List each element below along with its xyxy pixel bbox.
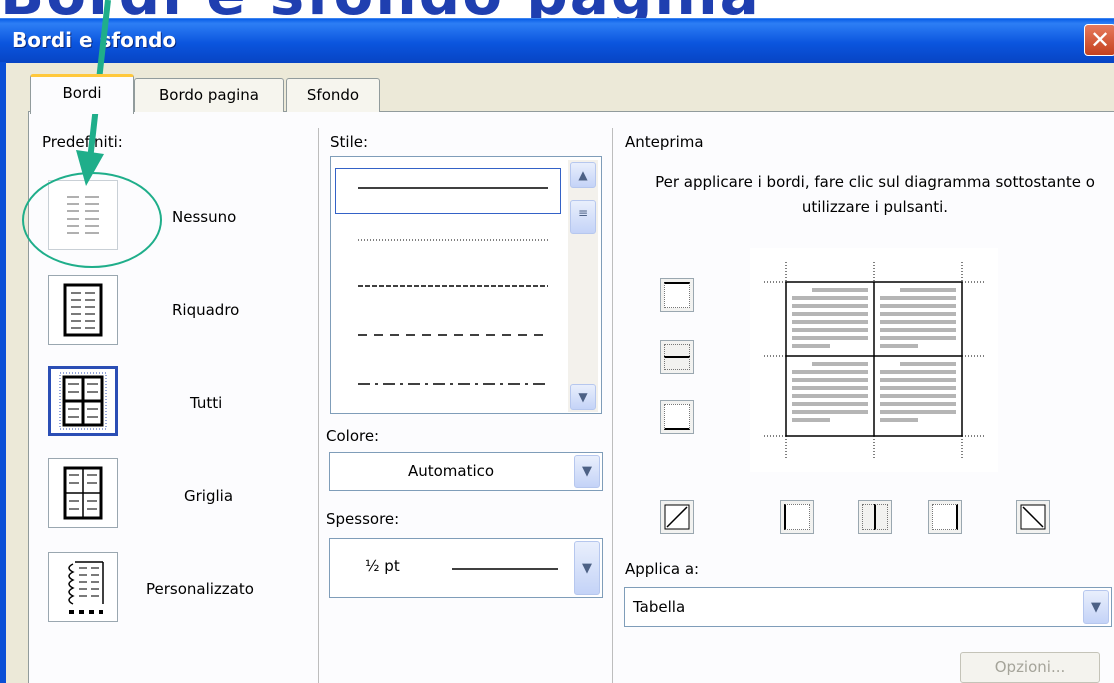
apply-to-heading: Applica a: bbox=[625, 560, 700, 578]
border-bottom-icon bbox=[664, 404, 690, 430]
border-box-icon bbox=[63, 283, 103, 337]
apply-to-value: Tabella bbox=[633, 598, 686, 616]
preview-heading: Anteprima bbox=[625, 133, 704, 151]
border-right-icon bbox=[932, 504, 958, 530]
border-all-icon bbox=[59, 372, 107, 430]
chevron-down-icon[interactable]: ▼ bbox=[1083, 590, 1109, 624]
preset-all-label: Tutti bbox=[190, 394, 223, 412]
preset-box-button[interactable] bbox=[48, 275, 118, 345]
border-inside-vertical-icon bbox=[862, 504, 888, 530]
border-inside-vertical-button[interactable] bbox=[858, 500, 892, 534]
title-bar[interactable]: Bordi e sfondo ✕ bbox=[0, 18, 1114, 63]
close-button[interactable]: ✕ bbox=[1084, 24, 1114, 56]
width-heading: Spessore: bbox=[326, 510, 400, 528]
border-right-button[interactable] bbox=[928, 500, 962, 534]
preset-none-label: Nessuno bbox=[172, 208, 237, 226]
border-inside-horizontal-button[interactable] bbox=[660, 340, 694, 374]
width-dropdown[interactable]: ½ pt ▼ bbox=[329, 538, 603, 598]
style-scrollbar[interactable] bbox=[568, 160, 598, 412]
scroll-up-button[interactable]: ▲ bbox=[570, 162, 596, 188]
scroll-down-button[interactable]: ▼ bbox=[570, 384, 596, 410]
color-heading: Colore: bbox=[326, 427, 380, 445]
scroll-thumb[interactable]: ≡ bbox=[570, 200, 596, 234]
line-style-options bbox=[358, 187, 548, 385]
diagonal-down-icon bbox=[1020, 504, 1046, 530]
border-custom-icon bbox=[68, 561, 104, 614]
border-left-icon bbox=[784, 504, 810, 530]
width-value: ½ pt bbox=[365, 557, 400, 575]
options-button[interactable]: Opzioni... bbox=[960, 652, 1100, 683]
tab-bordi[interactable]: Bordi bbox=[30, 74, 134, 114]
diagonal-up-icon bbox=[664, 504, 690, 530]
color-dropdown[interactable]: Automatico ▼ bbox=[329, 452, 603, 491]
preset-all-button[interactable] bbox=[48, 366, 118, 436]
column-divider bbox=[318, 128, 319, 683]
preview-instruction: Per applicare i bordi, fare clic sul dia… bbox=[655, 173, 1095, 216]
annotation-circle bbox=[22, 172, 162, 268]
chevron-down-icon[interactable]: ▼ bbox=[574, 455, 600, 488]
border-top-button[interactable] bbox=[660, 278, 694, 312]
tab-sfondo[interactable]: Sfondo bbox=[286, 78, 380, 112]
preset-custom-label: Personalizzato bbox=[146, 580, 254, 598]
border-preview-diagram[interactable] bbox=[750, 248, 998, 472]
border-diagonal-up-button[interactable] bbox=[660, 500, 694, 534]
preset-box-label: Riquadro bbox=[172, 301, 240, 319]
tab-bordo-pagina[interactable]: Bordo pagina bbox=[134, 78, 284, 112]
border-left-button[interactable] bbox=[780, 500, 814, 534]
preset-grid-button[interactable] bbox=[48, 458, 118, 528]
border-diagonal-down-button[interactable] bbox=[1016, 500, 1050, 534]
column-divider bbox=[612, 128, 613, 683]
border-inside-horizontal-icon bbox=[664, 344, 690, 370]
preset-custom-button[interactable] bbox=[48, 552, 118, 622]
window-frame-left bbox=[0, 62, 6, 683]
border-grid-icon bbox=[63, 466, 103, 520]
chevron-down-icon[interactable]: ▼ bbox=[574, 541, 600, 595]
color-value: Automatico bbox=[407, 462, 495, 480]
preview-table-drawing bbox=[764, 262, 984, 458]
preset-grid-label: Griglia bbox=[184, 487, 234, 505]
border-top-icon bbox=[664, 282, 690, 308]
style-heading: Stile: bbox=[330, 133, 369, 151]
apply-to-dropdown[interactable]: Tabella ▼ bbox=[624, 587, 1112, 627]
width-line-sample bbox=[452, 568, 558, 570]
border-bottom-button[interactable] bbox=[660, 400, 694, 434]
